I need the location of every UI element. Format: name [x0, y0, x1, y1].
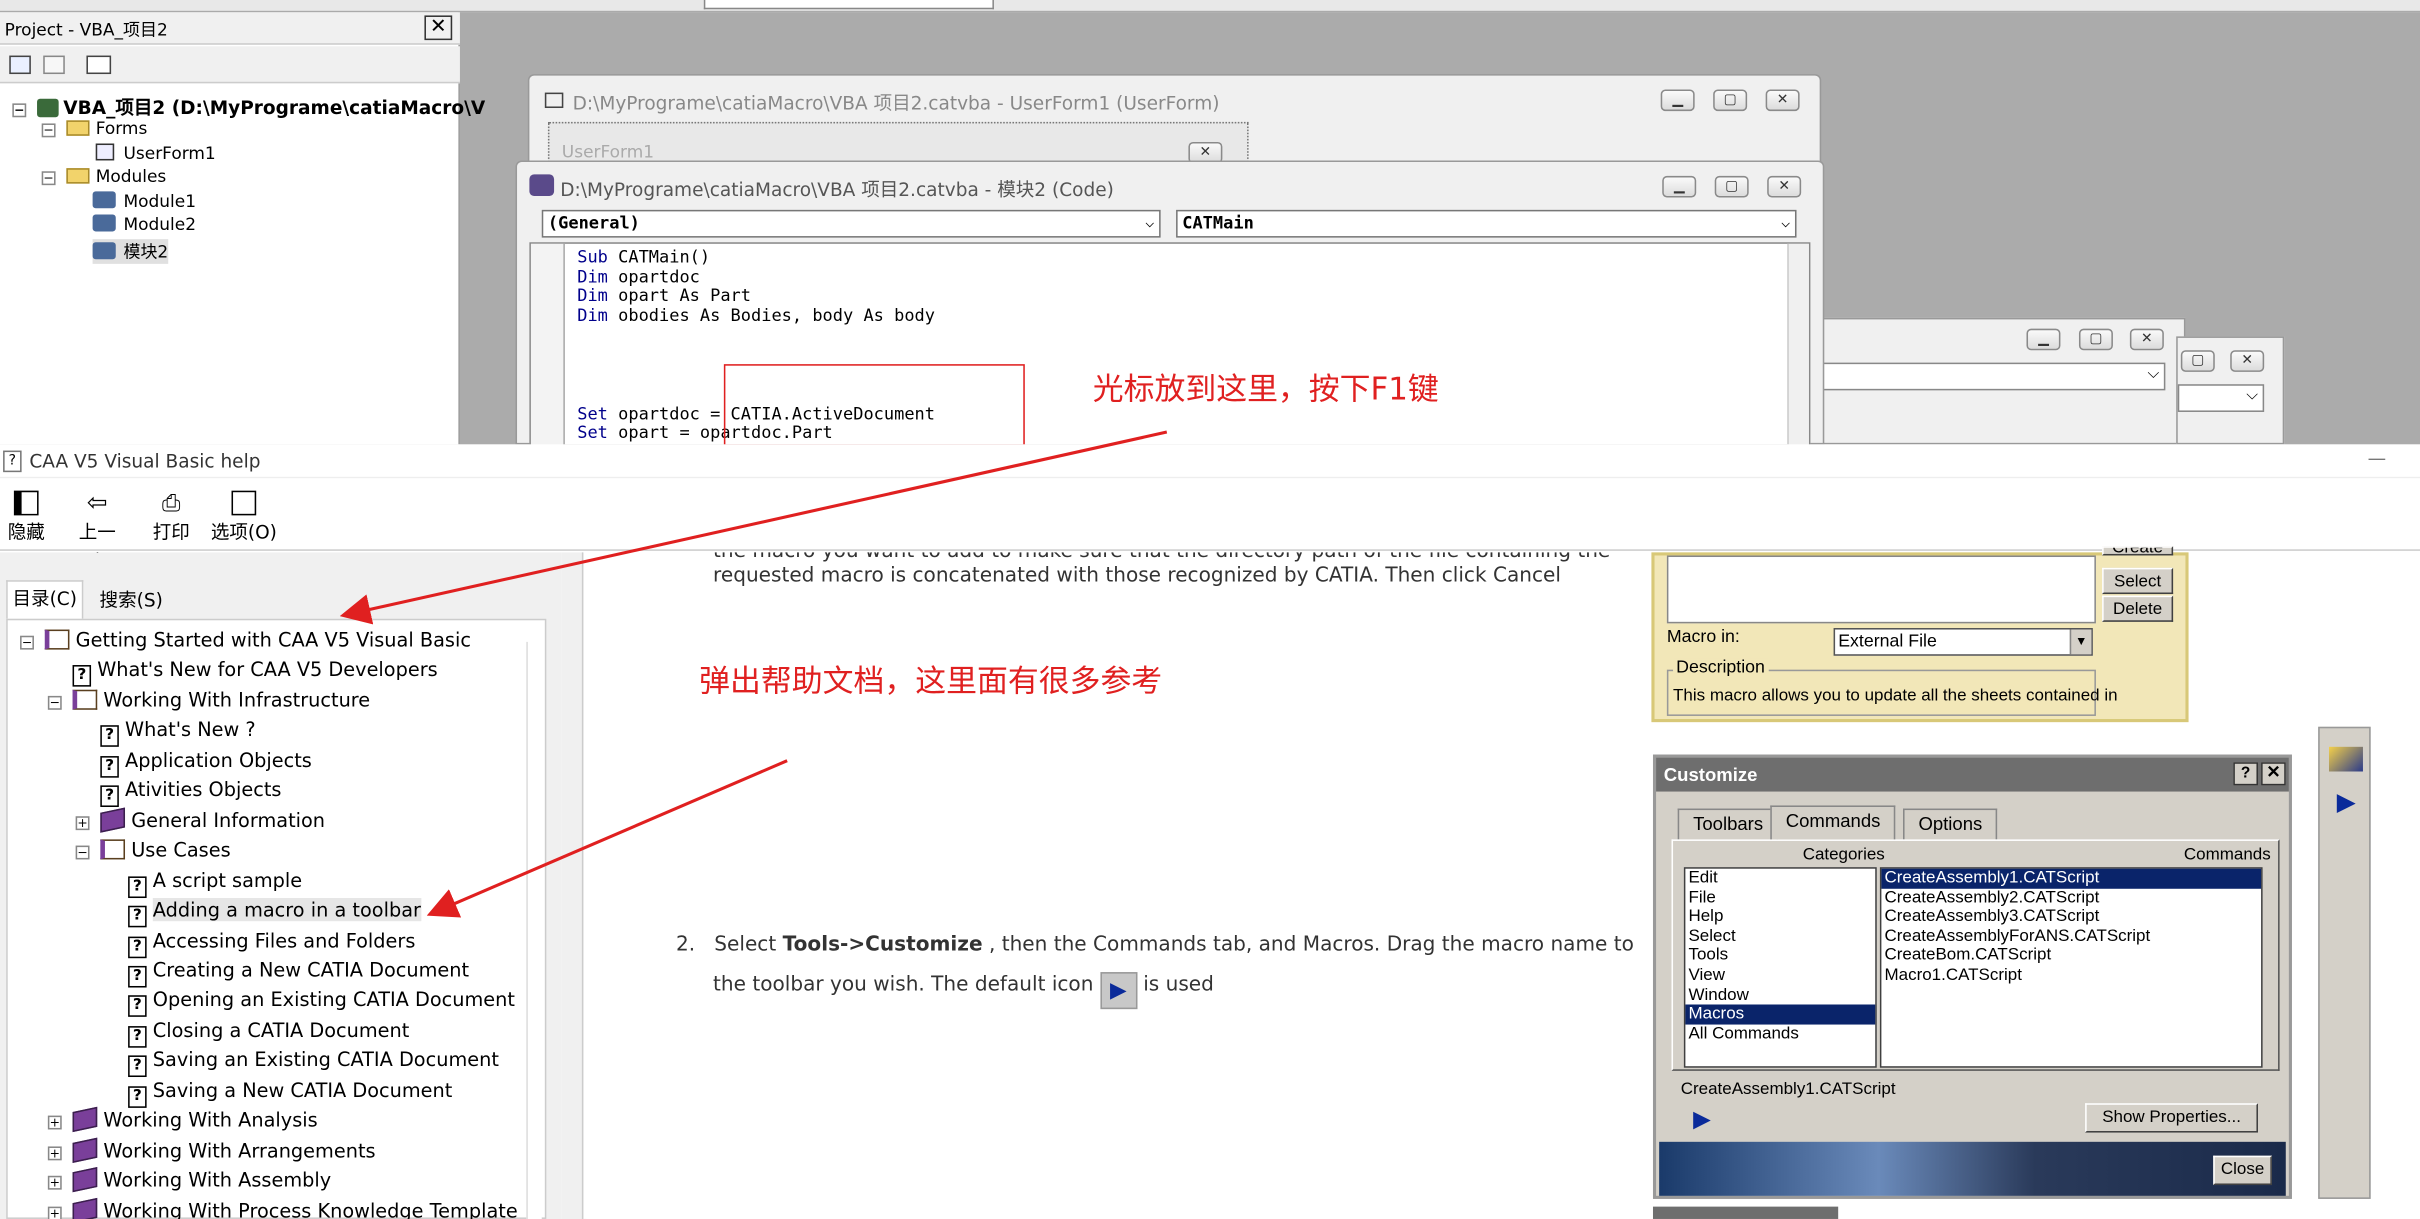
annotation-arrows [339, 430, 1168, 918]
arrow-to-topic [426, 759, 788, 918]
screen: Project - VBA_项目2 ✕ − VBA_项目2 (D:\MyProgr… [0, 0, 2420, 1219]
arrow-to-nav [339, 430, 1168, 625]
tab-commands[interactable]: Commands [1770, 805, 1896, 840]
